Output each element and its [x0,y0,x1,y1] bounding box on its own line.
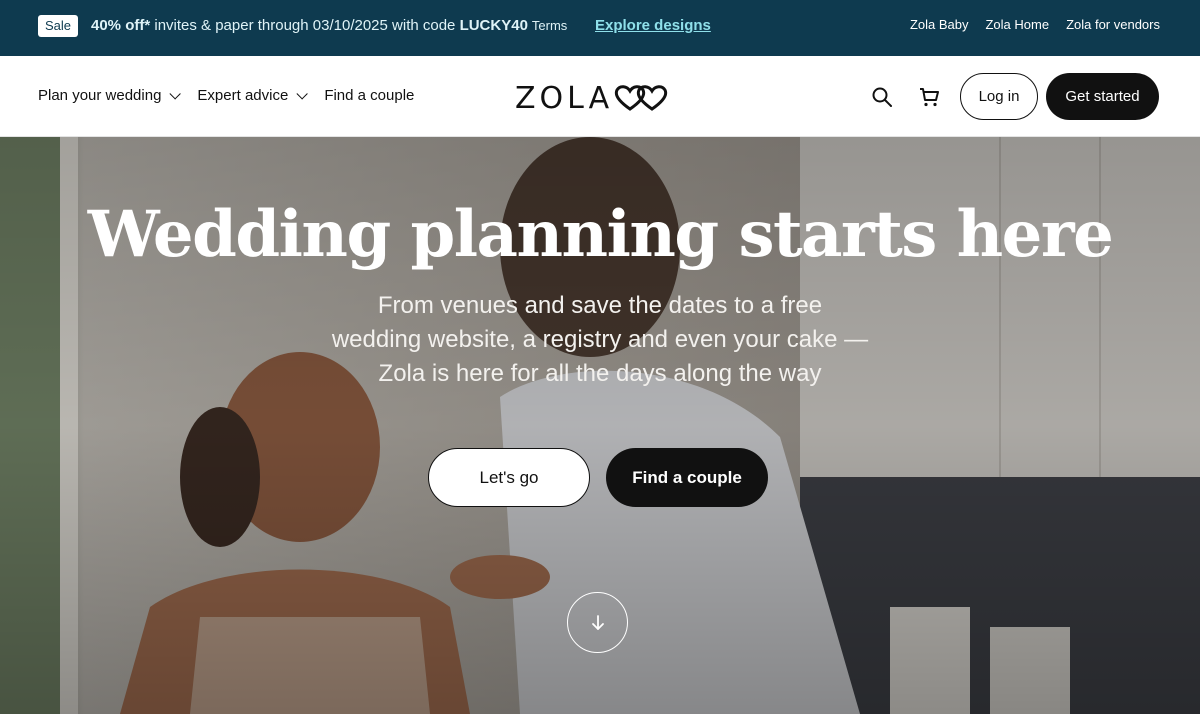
sale-badge: Sale [38,15,79,37]
chevron-down-icon [169,87,182,100]
nav-expert-advice[interactable]: Expert advice [197,87,309,104]
nav-find-a-couple[interactable]: Find a couple [324,87,414,104]
promo-bar: Sale 40% off* invites & paper through 03… [0,0,1200,56]
explore-designs-link[interactable]: Explore designs [595,17,711,34]
promo-terms-link[interactable]: Terms [532,18,567,33]
hero-title: Wedding planning starts here [87,197,1114,272]
nav-label: Plan your wedding [38,87,162,104]
zola-baby-link[interactable]: Zola Baby [910,17,969,32]
cart-icon[interactable] [918,86,940,108]
nav-plan-your-wedding[interactable]: Plan your wedding [38,87,182,104]
logo-text: ZOLA [515,80,614,116]
promo-code: LUCKY40 [459,17,528,34]
find-a-couple-button[interactable]: Find a couple [606,448,768,507]
main-nav: Plan your wedding Expert advice Find a c… [38,87,414,104]
zola-vendors-link[interactable]: Zola for vendors [1066,17,1160,32]
hero-section: Wedding planning starts here From venues… [0,137,1200,714]
nav-label: Expert advice [197,87,289,104]
promo-offer-text: invites & paper through 03/10/2025 with … [150,17,460,34]
get-started-button[interactable]: Get started [1046,73,1159,120]
search-icon[interactable] [871,86,893,108]
promo-text: 40% off* invites & paper through 03/10/2… [91,17,567,34]
utility-links: Zola Baby Zola Home Zola for vendors [910,17,1160,32]
hearts-logo-icon [614,85,668,111]
scroll-down-button[interactable] [567,592,628,653]
hero-subtitle: From venues and save the dates to a free… [331,292,869,387]
zola-home-link[interactable]: Zola Home [985,17,1049,32]
arrow-down-icon [591,614,604,630]
zola-logo[interactable]: ZOLA [515,80,671,116]
promo-offer: 40% off* [91,17,151,34]
login-button[interactable]: Log in [960,73,1038,120]
lets-go-button[interactable]: Let's go [428,448,590,507]
nav-label: Find a couple [324,87,415,104]
chevron-down-icon [296,87,309,100]
